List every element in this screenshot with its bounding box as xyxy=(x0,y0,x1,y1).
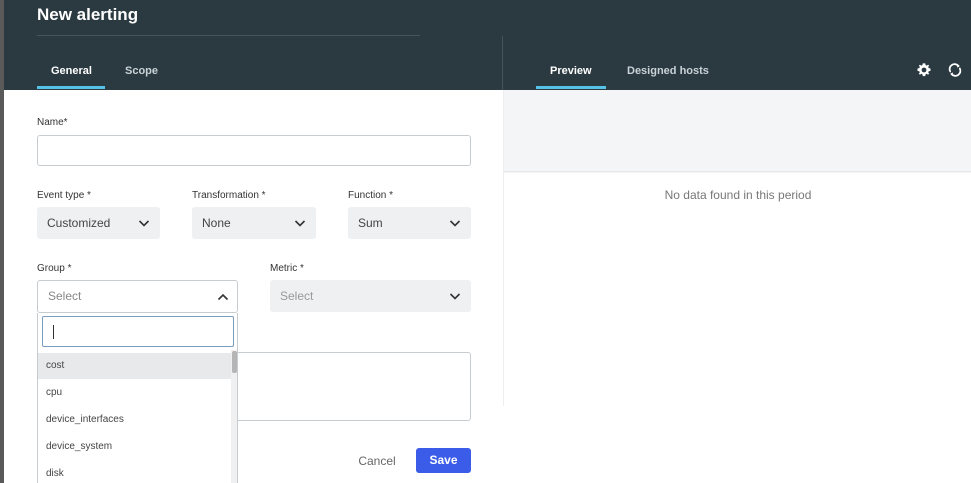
dropdown-scrollbar[interactable] xyxy=(231,350,237,483)
function-value: Sum xyxy=(358,216,383,230)
transformation-value: None xyxy=(202,216,231,230)
group-placeholder: Select xyxy=(48,289,82,303)
description-textarea[interactable] xyxy=(238,352,471,421)
chevron-down-icon xyxy=(449,220,461,227)
dropdown-option[interactable]: cpu xyxy=(38,380,231,406)
chevron-down-icon xyxy=(138,220,150,227)
group-label: Group * xyxy=(37,263,72,274)
save-button[interactable]: Save xyxy=(416,448,471,473)
function-label: Function * xyxy=(348,190,394,201)
function-select[interactable]: Sum xyxy=(348,207,471,239)
tab-scope[interactable]: Scope xyxy=(125,65,158,77)
gear-icon[interactable] xyxy=(916,62,932,78)
preview-panel: No data found in this period xyxy=(503,90,971,406)
tab-preview[interactable]: Preview xyxy=(550,65,592,77)
page-title: New alerting xyxy=(37,5,139,24)
group-select[interactable]: Select xyxy=(37,280,238,313)
dropdown-option[interactable]: device_interfaces xyxy=(38,407,231,433)
chevron-up-icon xyxy=(217,293,229,301)
name-label: Name* xyxy=(37,117,68,128)
scrollbar-thumb[interactable] xyxy=(232,351,237,373)
chevron-down-icon xyxy=(294,220,306,227)
event-type-label: Event type * xyxy=(37,190,91,201)
header-divider xyxy=(37,35,420,36)
dropdown-option[interactable]: cost xyxy=(38,353,231,379)
metric-placeholder: Select xyxy=(280,289,314,303)
group-dropdown-menu: cost cpu device_interfaces device_system… xyxy=(37,313,238,483)
group-search-input[interactable] xyxy=(42,316,234,347)
metric-select[interactable]: Select xyxy=(270,280,471,312)
tab-general-underline xyxy=(37,86,105,89)
dropdown-option[interactable]: disk xyxy=(38,461,231,483)
modal-header: New alerting General Scope Preview Desig… xyxy=(4,0,971,90)
transformation-label: Transformation * xyxy=(192,190,266,201)
event-type-select[interactable]: Customized xyxy=(37,207,160,239)
tab-designed-hosts[interactable]: Designed hosts xyxy=(627,65,709,77)
preview-chart-area xyxy=(504,90,971,172)
tab-general[interactable]: General xyxy=(51,65,92,77)
dropdown-option[interactable]: device_system xyxy=(38,434,231,460)
chevron-down-icon xyxy=(449,293,461,300)
empty-state-message: No data found in this period xyxy=(664,188,812,202)
cancel-button[interactable]: Cancel xyxy=(351,450,403,472)
panel-separator xyxy=(502,36,503,90)
event-type-value: Customized xyxy=(47,216,111,230)
metric-label: Metric * xyxy=(270,263,304,274)
refresh-icon[interactable] xyxy=(947,62,963,78)
name-input[interactable] xyxy=(37,135,471,166)
text-caret xyxy=(53,325,54,339)
tab-preview-underline xyxy=(536,86,606,89)
transformation-select[interactable]: None xyxy=(192,207,316,239)
preview-body: No data found in this period xyxy=(504,173,971,406)
